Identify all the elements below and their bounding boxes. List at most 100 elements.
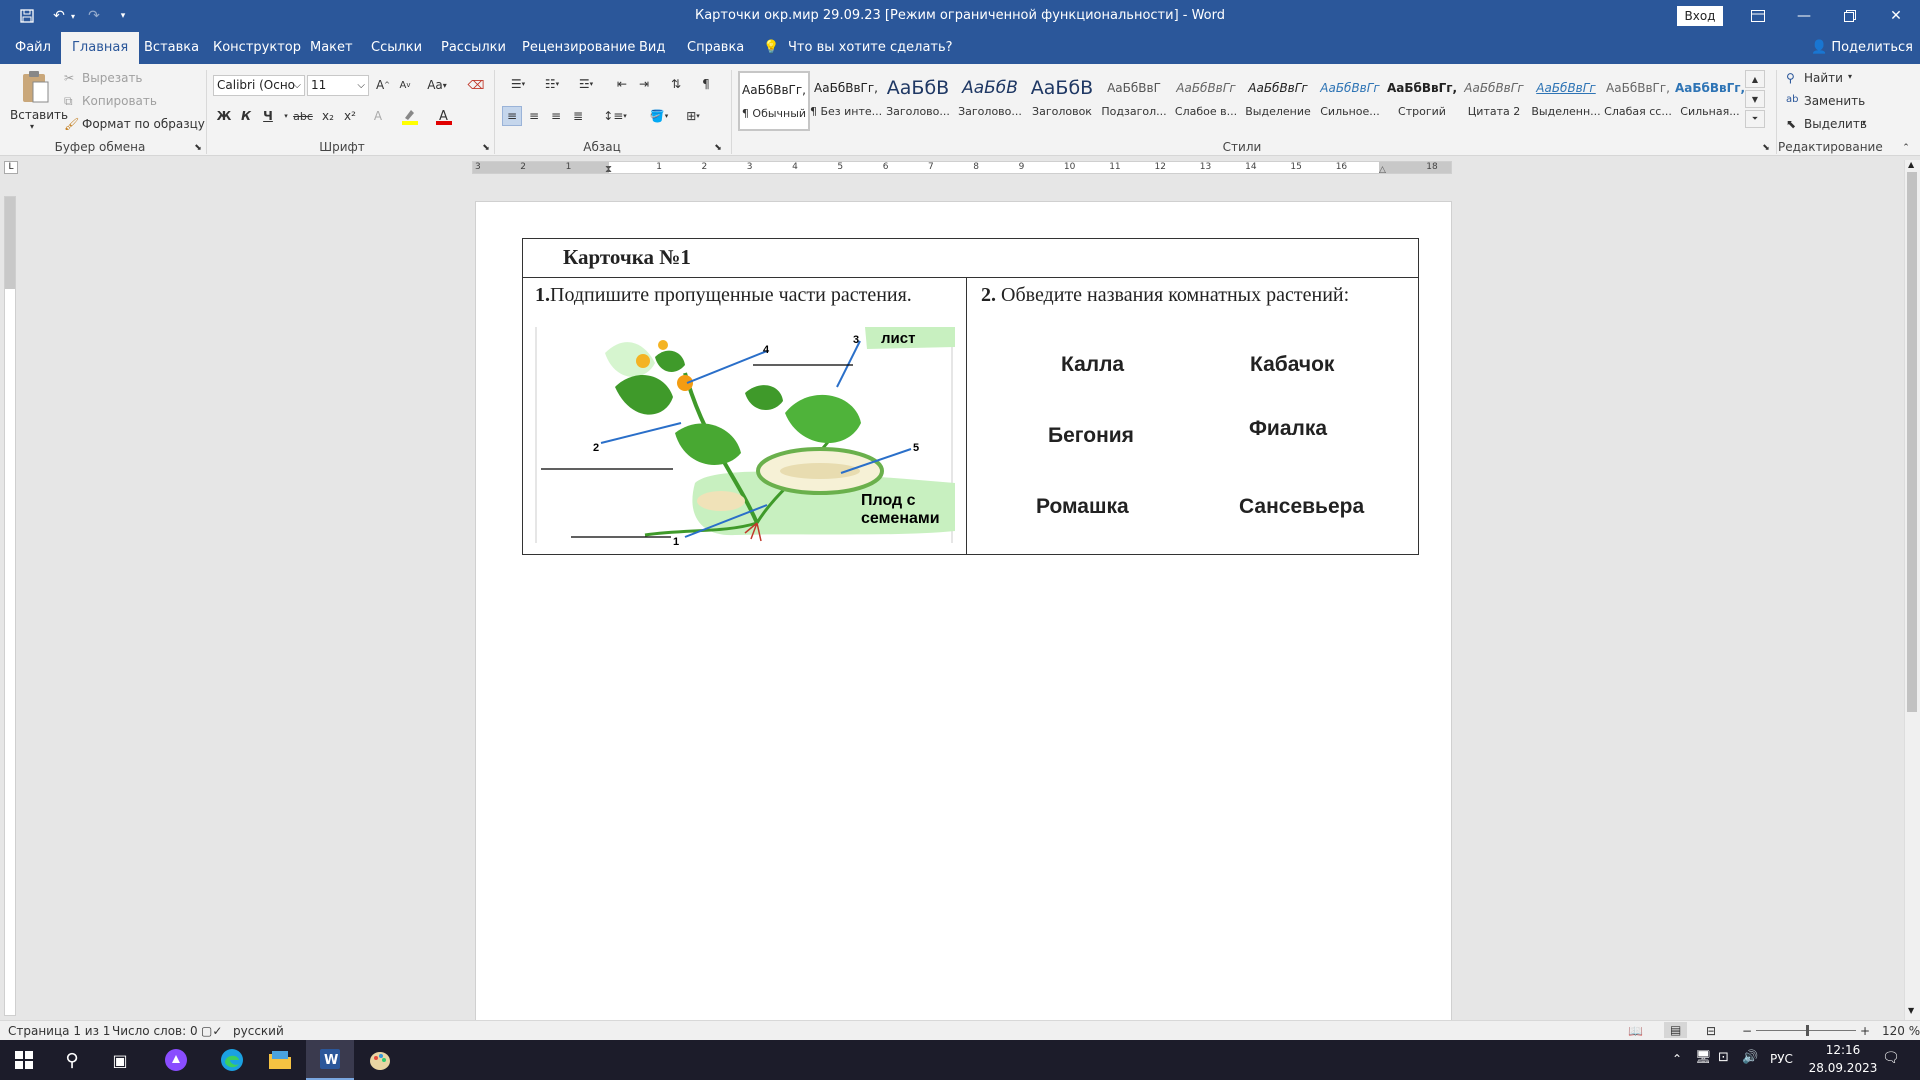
align-left-icon[interactable]: ≡ xyxy=(502,106,522,126)
document-page[interactable]: Карточка №1 1.Подпишите пропущенные част… xyxy=(475,201,1452,1021)
change-case-button[interactable]: Aa ▾ xyxy=(422,75,452,95)
format-painter-button[interactable]: 🖌 Формат по образцу xyxy=(64,116,205,134)
font-color-icon[interactable]: A xyxy=(434,106,454,126)
zoom-level[interactable]: 120 % xyxy=(1882,1024,1920,1038)
decrease-indent-icon[interactable]: ⇤ xyxy=(612,74,632,94)
style-item[interactable]: АаБбВвГг Выделение xyxy=(1242,71,1314,131)
zoom-in-icon[interactable]: + xyxy=(1860,1024,1870,1038)
italic-button[interactable]: К xyxy=(236,106,256,126)
cut-button[interactable]: ✂ Вырезать xyxy=(64,70,174,88)
replace-button[interactable]: ab Заменить xyxy=(1786,93,1906,111)
question-1[interactable]: 1.Подпишите пропущенные части растения. xyxy=(535,284,912,307)
style-item[interactable]: АаБбВвГг Слабое в... xyxy=(1170,71,1242,131)
subscript-button[interactable]: x₂ xyxy=(318,106,338,126)
style-item[interactable]: АаБбВвГг Выделенн... xyxy=(1530,71,1602,131)
task-view-icon[interactable]: ▣ xyxy=(96,1040,144,1080)
tab-help[interactable]: Справка xyxy=(676,32,755,64)
bullets-icon[interactable]: ☰ ▾ xyxy=(504,74,532,94)
tab-references[interactable]: Ссылки xyxy=(360,32,433,64)
paste-button[interactable]: Вставить ▾ xyxy=(10,68,68,138)
style-item[interactable]: АаБбВ Заголово... xyxy=(882,71,954,131)
copy-button[interactable]: ⧉ Копировать xyxy=(64,93,174,111)
style-item[interactable]: АаБбВвГг, ¶ Без инте... xyxy=(810,71,882,131)
plant-name-begonia[interactable]: Бегония xyxy=(1048,424,1134,448)
close-icon[interactable]: ✕ xyxy=(1873,0,1919,32)
minimize-icon[interactable]: — xyxy=(1781,0,1827,32)
plant-name-chamomile[interactable]: Ромашка xyxy=(1036,495,1129,519)
show-hidden-icons-icon[interactable]: ⌃ xyxy=(1672,1052,1682,1066)
style-item[interactable]: АаБбВвГ Подзагол... xyxy=(1098,71,1170,131)
tab-selector-icon[interactable]: L xyxy=(4,161,18,174)
plant-name-violet[interactable]: Фиалка xyxy=(1249,417,1327,441)
style-item[interactable]: АаБбВ Заголовок xyxy=(1026,71,1098,131)
meet-now-icon[interactable]: 🖥 xyxy=(1695,1050,1712,1065)
alice-assistant-icon[interactable] xyxy=(152,1040,200,1080)
styles-scroll-down-icon[interactable]: ▼ xyxy=(1745,90,1765,108)
proofing-icon[interactable]: ▢✓ xyxy=(201,1024,222,1038)
page-count[interactable]: Страница 1 из 1 xyxy=(8,1024,110,1038)
increase-indent-icon[interactable]: ⇥ xyxy=(634,74,654,94)
zoom-slider-thumb[interactable] xyxy=(1806,1025,1809,1036)
dialog-launcher-icon[interactable]: ⬊ xyxy=(476,138,496,158)
multilevel-list-icon[interactable]: ☲ ▾ xyxy=(572,74,600,94)
edge-browser-icon[interactable] xyxy=(208,1040,256,1080)
justify-icon[interactable]: ≣ xyxy=(568,106,588,126)
font-name-combo[interactable]: Calibri (Осно ⌵ xyxy=(213,75,305,96)
tab-layout[interactable]: Макет xyxy=(299,32,364,64)
styles-more-icon[interactable]: ⏷ xyxy=(1745,110,1765,128)
tab-mailings[interactable]: Рассылки xyxy=(430,32,517,64)
file-explorer-icon[interactable] xyxy=(256,1040,304,1080)
indent-marker-icon[interactable]: ⧗ xyxy=(605,164,612,175)
zoom-out-icon[interactable]: − xyxy=(1742,1024,1752,1038)
dialog-launcher-icon[interactable]: ⬊ xyxy=(188,138,208,158)
network-icon[interactable]: ⊡ xyxy=(1718,1050,1729,1065)
style-item[interactable]: АаБбВвГг, Строгий xyxy=(1386,71,1458,131)
numbering-icon[interactable]: ☷ ▾ xyxy=(538,74,566,94)
underline-button[interactable]: Ч xyxy=(258,106,278,126)
styles-scroll-up-icon[interactable]: ▲ xyxy=(1745,70,1765,88)
question-2[interactable]: 2. Обведите названия комнатных растений: xyxy=(981,284,1349,307)
horizontal-ruler[interactable]: 3 2 1 1 2 3 4 5 6 7 8 9 10 11 12 13 14 15 16 18 ⧗ △ xyxy=(472,161,1452,175)
style-item[interactable]: АаБбВвГг, Сильная... xyxy=(1674,71,1746,131)
strikethrough-button[interactable]: abc xyxy=(290,106,316,126)
scroll-up-icon[interactable]: ▲ xyxy=(1908,160,1914,169)
borders-icon[interactable]: ⊞ ▾ xyxy=(678,106,708,126)
search-icon[interactable]: ⚲ xyxy=(48,1040,96,1080)
tab-insert[interactable]: Вставка xyxy=(133,32,210,64)
clock-date[interactable]: 28.09.2023 xyxy=(1806,1061,1880,1075)
style-item[interactable]: АаБбВвГг, Слабая сс... xyxy=(1602,71,1674,131)
style-item[interactable]: АаБбВвГг Цитата 2 xyxy=(1458,71,1530,131)
word-app-icon[interactable]: W xyxy=(306,1040,354,1080)
show-formatting-marks-icon[interactable]: ¶ xyxy=(696,74,716,94)
language-status[interactable]: русский xyxy=(233,1024,284,1038)
notification-center-icon[interactable]: 🗨 xyxy=(1882,1050,1900,1066)
dialog-launcher-icon[interactable]: ⬊ xyxy=(1756,138,1776,158)
web-layout-icon[interactable]: ⊟ xyxy=(1706,1024,1716,1038)
word-count[interactable]: Число слов: 0 xyxy=(112,1024,198,1038)
clock-time[interactable]: 12:16 xyxy=(1808,1043,1878,1057)
read-mode-icon[interactable]: 📖 xyxy=(1628,1024,1643,1038)
input-language[interactable]: РУС xyxy=(1770,1052,1793,1066)
font-size-combo[interactable]: 11 ⌵ xyxy=(307,75,369,96)
superscript-button[interactable]: x² xyxy=(340,106,360,126)
tab-design[interactable]: Конструктор xyxy=(202,32,312,64)
align-center-icon[interactable]: ≡ xyxy=(524,106,544,126)
plant-name-calla[interactable]: Калла xyxy=(1061,353,1124,377)
style-item[interactable]: АаБбВвГг, ¶ Обычный xyxy=(738,71,810,131)
vertical-ruler[interactable] xyxy=(4,196,16,1016)
sort-icon[interactable]: ⇅ xyxy=(666,74,686,94)
scroll-down-icon[interactable]: ▼ xyxy=(1908,1006,1914,1015)
dialog-launcher-icon[interactable]: ⬊ xyxy=(708,138,728,158)
text-effects-icon[interactable]: A xyxy=(368,106,388,126)
collapse-ribbon-icon[interactable]: ⌃ xyxy=(1896,138,1916,158)
tab-file[interactable]: Файл xyxy=(4,32,62,64)
clear-formatting-icon[interactable]: ⌫ xyxy=(466,75,486,95)
tab-view[interactable]: Вид xyxy=(628,32,676,64)
align-right-icon[interactable]: ≡ xyxy=(546,106,566,126)
volume-icon[interactable]: 🔊 xyxy=(1742,1050,1758,1065)
tell-me-input[interactable]: Что вы хотите сделать? xyxy=(777,32,964,64)
scrollbar-thumb[interactable] xyxy=(1907,172,1917,712)
plant-name-zucchini[interactable]: Кабачок xyxy=(1250,353,1334,377)
style-item[interactable]: АаБбВ Заголово... xyxy=(954,71,1026,131)
ribbon-display-options-icon[interactable] xyxy=(1735,0,1781,32)
